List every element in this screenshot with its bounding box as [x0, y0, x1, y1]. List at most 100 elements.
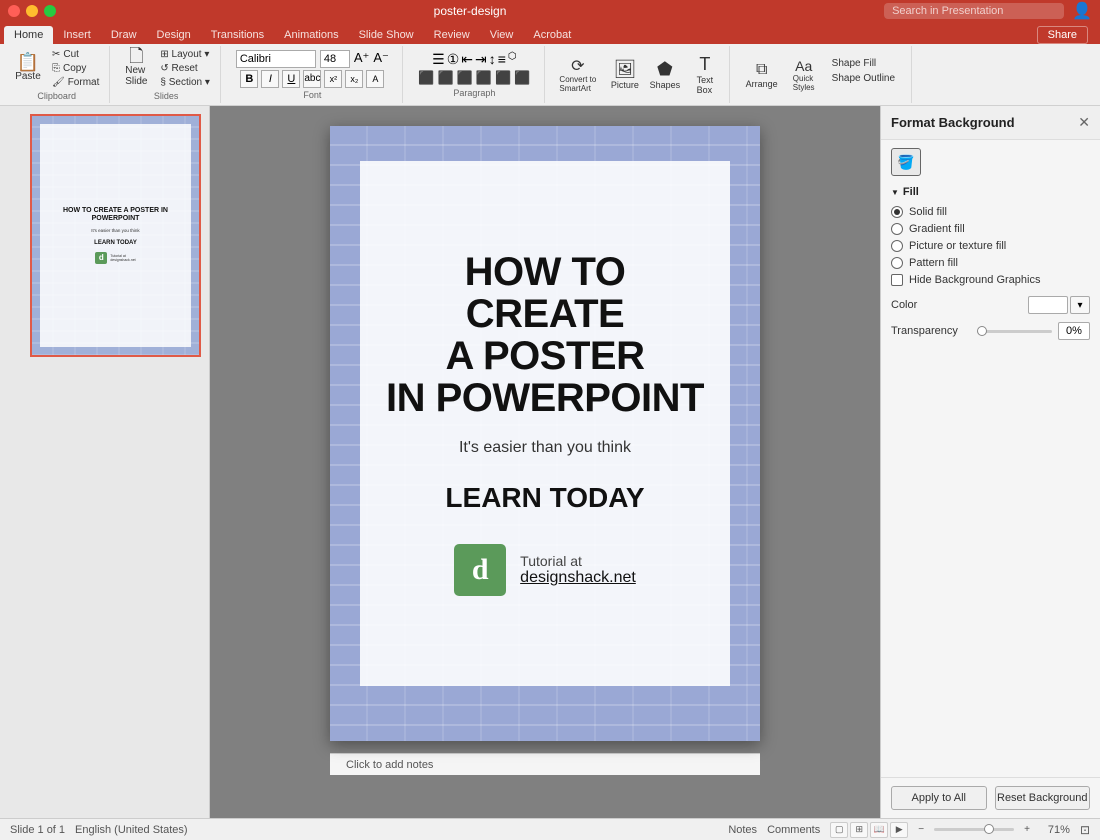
tab-design[interactable]: Design — [147, 26, 201, 44]
normal-view-button[interactable]: ▢ — [830, 822, 848, 838]
textbox-button[interactable]: T TextBox — [687, 57, 723, 93]
italic-button[interactable]: I — [261, 70, 279, 88]
section-button[interactable]: § Section ▾ — [156, 76, 214, 89]
canvas-white-box[interactable]: HOW TO CREATE A POSTER IN POWERPOINT It'… — [360, 161, 730, 686]
slide-canvas[interactable]: HOW TO CREATE A POSTER IN POWERPOINT It'… — [330, 126, 760, 741]
subscript-button[interactable]: x₂ — [345, 70, 363, 88]
hide-background-label: Hide Background Graphics — [909, 274, 1040, 286]
search-input[interactable] — [884, 3, 1064, 19]
comments-button[interactable]: Comments — [767, 824, 820, 836]
notes-button[interactable]: Notes — [728, 824, 757, 836]
align-left-btn[interactable]: ⬛ — [418, 70, 434, 86]
font-size-input[interactable] — [320, 50, 350, 68]
shapes-button[interactable]: ⬟ Shapes — [647, 57, 683, 93]
text-direction-btn[interactable]: ↕ — [489, 51, 496, 68]
quick-styles-button[interactable]: Aa QuickStyles — [784, 57, 824, 93]
notes-bar[interactable]: Click to add notes — [330, 753, 760, 775]
font-family-input[interactable] — [236, 50, 316, 68]
solid-fill-radio[interactable] — [891, 206, 903, 218]
new-slide-label: NewSlide — [125, 65, 147, 87]
font-decrease-btn[interactable]: A⁻ — [373, 50, 389, 68]
picture-texture-radio[interactable] — [891, 240, 903, 252]
tab-review[interactable]: Review — [424, 26, 480, 44]
justify-btn[interactable]: ⬛ — [476, 70, 492, 86]
zoom-out-icon[interactable]: − — [918, 824, 924, 835]
account-icon[interactable]: 👤 — [1072, 1, 1092, 21]
solid-fill-option[interactable]: Solid fill — [891, 206, 1090, 218]
minimize-button[interactable] — [26, 5, 38, 17]
tab-view[interactable]: View — [480, 26, 524, 44]
align-center-btn[interactable]: ⬛ — [438, 70, 454, 86]
close-button[interactable] — [8, 5, 20, 17]
gradient-fill-option[interactable]: Gradient fill — [891, 223, 1090, 235]
textbox-icon: T — [699, 54, 710, 75]
zoom-in-icon[interactable]: + — [1024, 824, 1030, 835]
pattern-fill-radio[interactable] — [891, 257, 903, 269]
new-slide-button[interactable]: 🗋 NewSlide — [118, 48, 154, 86]
panel-body: 🪣 Fill Solid fill Gradient fill Picture … — [881, 140, 1100, 777]
gradient-fill-radio[interactable] — [891, 223, 903, 235]
increase-indent-btn[interactable]: ⇥ — [475, 51, 487, 68]
align-right-btn[interactable]: ⬛ — [457, 70, 473, 86]
numbering-btn[interactable]: ① — [447, 51, 460, 68]
zoom-level[interactable]: 71% — [1040, 824, 1070, 836]
canvas-area[interactable]: HOW TO CREATE A POSTER IN POWERPOINT It'… — [210, 106, 880, 818]
hide-background-checkbox[interactable] — [891, 274, 903, 286]
format-background-panel: Format Background ✕ 🪣 Fill Solid fill Gr… — [880, 106, 1100, 818]
strikethrough-button[interactable]: abc — [303, 70, 321, 88]
tab-slideshow[interactable]: Slide Show — [349, 26, 424, 44]
tab-animations[interactable]: Animations — [274, 26, 348, 44]
bold-button[interactable]: B — [240, 70, 258, 88]
fit-slide-button[interactable]: ⊡ — [1080, 823, 1090, 837]
font-label: Font — [303, 90, 321, 100]
line-spacing-btn[interactable]: ⬛ — [514, 70, 530, 86]
superscript-button[interactable]: x² — [324, 70, 342, 88]
share-button[interactable]: Share — [1037, 26, 1088, 44]
fill-icon-button[interactable]: 🪣 — [891, 148, 921, 176]
smartart-btn[interactable]: ⬡ — [508, 51, 517, 68]
zoom-slider[interactable] — [934, 828, 1014, 831]
tab-acrobat[interactable]: Acrobat — [523, 26, 581, 44]
slide-thumbnail[interactable]: HOW TO CREATE A POSTER IN POWERPOINT It'… — [30, 114, 201, 357]
maximize-button[interactable] — [44, 5, 56, 17]
tab-draw[interactable]: Draw — [101, 26, 147, 44]
picture-texture-fill-option[interactable]: Picture or texture fill — [891, 240, 1090, 252]
slide-sorter-button[interactable]: ⊞ — [850, 822, 868, 838]
decrease-indent-btn[interactable]: ⇤ — [461, 51, 473, 68]
tab-home[interactable]: Home — [4, 26, 53, 44]
tab-transitions[interactable]: Transitions — [201, 26, 274, 44]
underline-button[interactable]: U — [282, 70, 300, 88]
color-swatch[interactable] — [1028, 296, 1068, 314]
cut-button[interactable]: ✂ Cut — [48, 48, 103, 61]
transparency-value[interactable]: 0% — [1058, 322, 1090, 340]
reading-view-button[interactable]: 📖 — [870, 822, 888, 838]
pattern-fill-option[interactable]: Pattern fill — [891, 257, 1090, 269]
ribbon-tabs: Home Insert Draw Design Transitions Anim… — [0, 22, 1100, 44]
arrange-button[interactable]: ⧉ Arrange — [744, 57, 780, 93]
color-label: Color — [891, 299, 917, 311]
apply-to-all-button[interactable]: Apply to All — [891, 786, 987, 810]
window-controls[interactable] — [8, 5, 56, 17]
align-text-btn[interactable]: ≡ — [498, 51, 506, 68]
convert-smartart-button[interactable]: ⟳ Convert toSmartArt — [553, 57, 603, 93]
columns-btn[interactable]: ⬛ — [495, 70, 511, 86]
font-color-button[interactable]: A — [366, 70, 384, 88]
hide-background-option[interactable]: Hide Background Graphics — [891, 274, 1090, 286]
shape-outline-button[interactable]: Shape Outline — [828, 72, 899, 85]
transparency-slider[interactable] — [977, 330, 1052, 333]
slideshow-button[interactable]: ▶ — [890, 822, 908, 838]
shapes-icon: ⬟ — [657, 59, 673, 80]
reset-background-button[interactable]: Reset Background — [995, 786, 1091, 810]
picture-button[interactable]: 🖼 Picture — [607, 57, 643, 93]
copy-button[interactable]: ⎘ Copy — [48, 62, 103, 75]
color-picker-button[interactable]: ▾ — [1070, 296, 1090, 314]
bullets-btn[interactable]: ☰ — [432, 51, 445, 68]
paste-button[interactable]: 📋 Paste — [10, 48, 46, 86]
shape-fill-button[interactable]: Shape Fill — [828, 57, 899, 70]
reset-button[interactable]: ↺ Reset — [156, 62, 214, 75]
tab-insert[interactable]: Insert — [53, 26, 101, 44]
panel-close-button[interactable]: ✕ — [1078, 114, 1090, 131]
layout-button[interactable]: ⊞ Layout ▾ — [156, 48, 214, 61]
format-button[interactable]: 🖌 Format — [48, 76, 103, 89]
font-increase-btn[interactable]: A⁺ — [354, 50, 370, 68]
